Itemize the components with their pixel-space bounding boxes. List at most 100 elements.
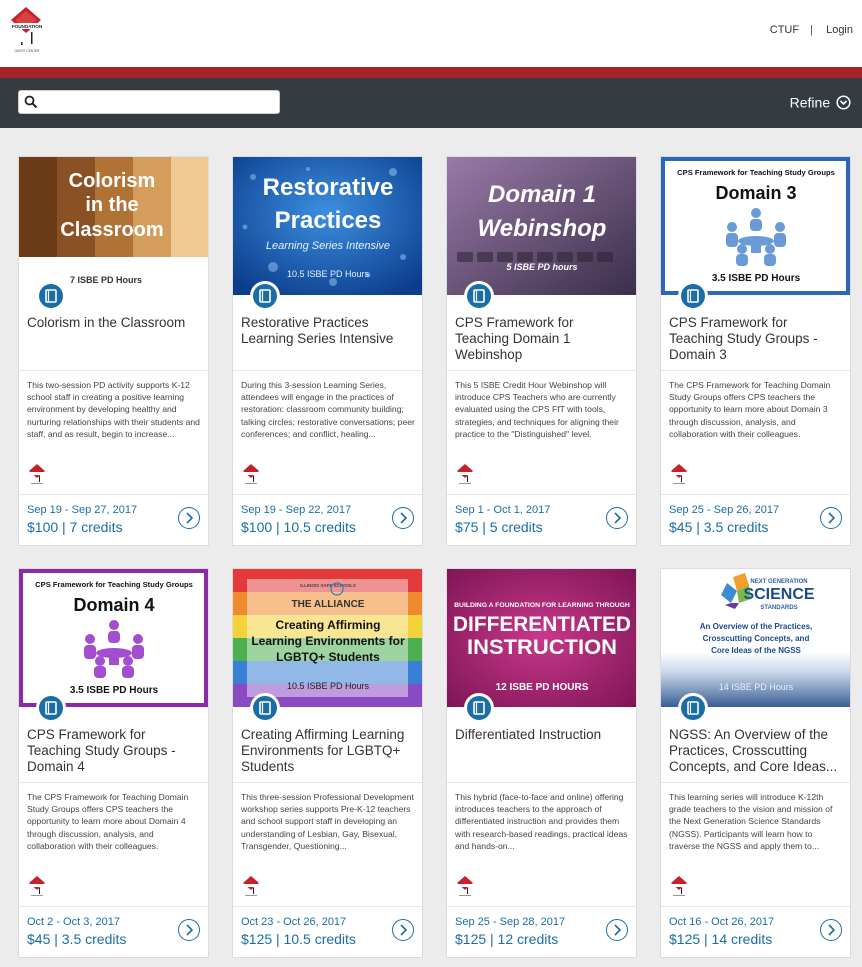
divider: [447, 782, 636, 783]
course-title[interactable]: CPS Framework for Teaching Domain 1 Webi…: [455, 315, 631, 363]
course-thumbnail[interactable]: CPS Framework for Teaching Study Groups …: [19, 569, 208, 707]
course-card[interactable]: Domain 1 Webinshop 5 ISBE PD hours CPS F…: [446, 156, 637, 546]
thumb-text: Crosscutting Concepts, and: [703, 634, 810, 643]
course-dates: Sep 19 - Sep 22, 2017: [241, 504, 352, 516]
book-icon: [464, 693, 494, 723]
divider: [661, 906, 850, 907]
chevron-right-icon[interactable]: [392, 507, 414, 529]
course-card[interactable]: Colorism in the Classroom 7 ISBE PD Hour…: [18, 156, 209, 546]
divider: [447, 370, 636, 371]
divider: [447, 906, 636, 907]
course-dates: Sep 1 - Oct 1, 2017: [455, 504, 551, 516]
course-card[interactable]: NEXT GENERATION SCIENCE STANDARDS An Ove…: [660, 568, 851, 958]
course-description: The CPS Framework for Teaching Domain St…: [669, 380, 831, 439]
thumb-text: Domain 4: [73, 595, 154, 615]
search-bar: Refine: [0, 78, 862, 128]
course-thumbnail[interactable]: CPS Framework for Teaching Study Groups …: [661, 157, 850, 295]
foundation-mini-logo: [669, 875, 689, 897]
foundation-mini-logo: [241, 463, 261, 485]
thumb-text: 10.5 ISBE PD Hours: [287, 269, 370, 279]
thumb-text: 7 ISBE PD Hours: [70, 275, 142, 285]
course-price: $125 | 14 credits: [669, 931, 773, 947]
link-separator: |: [810, 24, 814, 37]
book-icon: [36, 693, 66, 723]
course-title[interactable]: Colorism in the Classroom: [27, 315, 203, 331]
course-thumbnail[interactable]: Domain 1 Webinshop 5 ISBE PD hours: [447, 157, 636, 295]
course-card[interactable]: CPS Framework for Teaching Study Groups …: [18, 568, 209, 958]
course-thumbnail[interactable]: Colorism in the Classroom 7 ISBE PD Hour…: [19, 157, 208, 295]
chevron-right-icon[interactable]: [178, 507, 200, 529]
course-price: $45 | 3.5 credits: [27, 931, 127, 947]
search-box[interactable]: [18, 90, 280, 114]
course-dates: Oct 16 - Oct 26, 2017: [669, 916, 775, 928]
course-price: $45 | 3.5 credits: [669, 519, 769, 535]
chevron-down-icon: [836, 95, 851, 110]
thumb-text: ILLINOIS SAFE SCHOOLS: [300, 583, 356, 588]
course-title[interactable]: NGSS: An Overview of the Practices, Cros…: [669, 727, 845, 775]
chevron-right-icon[interactable]: [606, 507, 628, 529]
divider: [661, 494, 850, 495]
thumb-text: STANDARDS: [760, 605, 797, 611]
course-card[interactable]: BUILDING A FOUNDATION FOR LEARNING THROU…: [446, 568, 637, 958]
course-card[interactable]: ILLINOIS SAFE SCHOOLS THE ALLIANCE Creat…: [232, 568, 423, 958]
thumb-text: BUILDING A FOUNDATION FOR LEARNING THROU…: [454, 602, 630, 609]
chevron-right-icon[interactable]: [392, 919, 414, 941]
top-links: CTUF | Login: [770, 24, 853, 36]
chevron-right-icon[interactable]: [606, 919, 628, 941]
foundation-logo[interactable]: FOUNDATION QUEST CENTER: [8, 6, 46, 54]
top-header: FOUNDATION QUEST CENTER CTUF | Login: [0, 0, 862, 67]
foundation-mini-logo: [27, 463, 47, 485]
thumb-text: 5 ISBE PD hours: [506, 262, 577, 272]
course-description: The CPS Framework for Teaching Domain St…: [27, 792, 189, 851]
thumb-text: LGBTQ+ Students: [276, 650, 380, 664]
divider: [19, 494, 208, 495]
divider: [233, 782, 422, 783]
foundation-mini-logo: [455, 875, 475, 897]
thumb-text: 14 ISBE PD Hours: [719, 682, 794, 692]
course-title[interactable]: CPS Framework for Teaching Study Groups …: [669, 315, 845, 363]
course-card[interactable]: CPS Framework for Teaching Study Groups …: [660, 156, 851, 546]
refine-button[interactable]: Refine: [790, 93, 851, 110]
thumb-text: NEXT GENERATION: [750, 579, 807, 585]
foundation-mini-logo: [669, 463, 689, 485]
ctuf-link[interactable]: CTUF: [770, 24, 799, 36]
course-dates: Sep 25 - Sep 28, 2017: [455, 916, 566, 928]
course-card[interactable]: Restorative Practices Learning Series In…: [232, 156, 423, 546]
course-price: $100 | 10.5 credits: [241, 519, 356, 535]
course-title[interactable]: Restorative Practices Learning Series In…: [241, 315, 417, 347]
thumb-text: Creating Affirming: [276, 618, 381, 632]
course-thumbnail[interactable]: Restorative Practices Learning Series In…: [233, 157, 422, 295]
thumb-text: 3.5 ISBE PD Hours: [70, 685, 159, 696]
thumb-text: DIFFERENTIATED: [453, 613, 631, 636]
chevron-right-icon[interactable]: [820, 919, 842, 941]
course-thumbnail[interactable]: BUILDING A FOUNDATION FOR LEARNING THROU…: [447, 569, 636, 707]
divider: [447, 494, 636, 495]
thumb-text: Restorative: [263, 174, 394, 201]
course-thumbnail[interactable]: NEXT GENERATION SCIENCE STANDARDS An Ove…: [661, 569, 850, 707]
login-link[interactable]: Login: [826, 24, 853, 36]
course-title[interactable]: CPS Framework for Teaching Study Groups …: [27, 727, 203, 775]
brand-stripe: [0, 67, 862, 78]
book-icon: [678, 281, 708, 311]
chevron-right-icon[interactable]: [178, 919, 200, 941]
foundation-mini-logo: [455, 463, 475, 485]
thumb-text: 12 ISBE PD HOURS: [496, 682, 589, 693]
thumb-text: CPS Framework for Teaching Study Groups: [35, 580, 193, 589]
thumb-text: INSTRUCTION: [467, 636, 617, 659]
course-title[interactable]: Differentiated Instruction: [455, 727, 631, 743]
foundation-mini-logo: [27, 875, 47, 897]
course-description: This hybrid (face-to-face and online) of…: [455, 792, 628, 851]
thumb-text: in the: [85, 194, 138, 216]
thumb-text: Colorism: [69, 170, 156, 192]
course-dates: Sep 25 - Sep 26, 2017: [669, 504, 780, 516]
thumb-text: An Overview of the Practices,: [700, 622, 813, 631]
course-description: This two-session PD activity supports K-…: [27, 380, 200, 439]
course-title[interactable]: Creating Affirming Learning Environments…: [241, 727, 417, 775]
book-icon: [464, 281, 494, 311]
thumb-text: THE ALLIANCE: [292, 599, 365, 610]
search-input[interactable]: [41, 93, 275, 111]
course-price: $100 | 7 credits: [27, 519, 123, 535]
divider: [19, 370, 208, 371]
course-thumbnail[interactable]: ILLINOIS SAFE SCHOOLS THE ALLIANCE Creat…: [233, 569, 422, 707]
chevron-right-icon[interactable]: [820, 507, 842, 529]
